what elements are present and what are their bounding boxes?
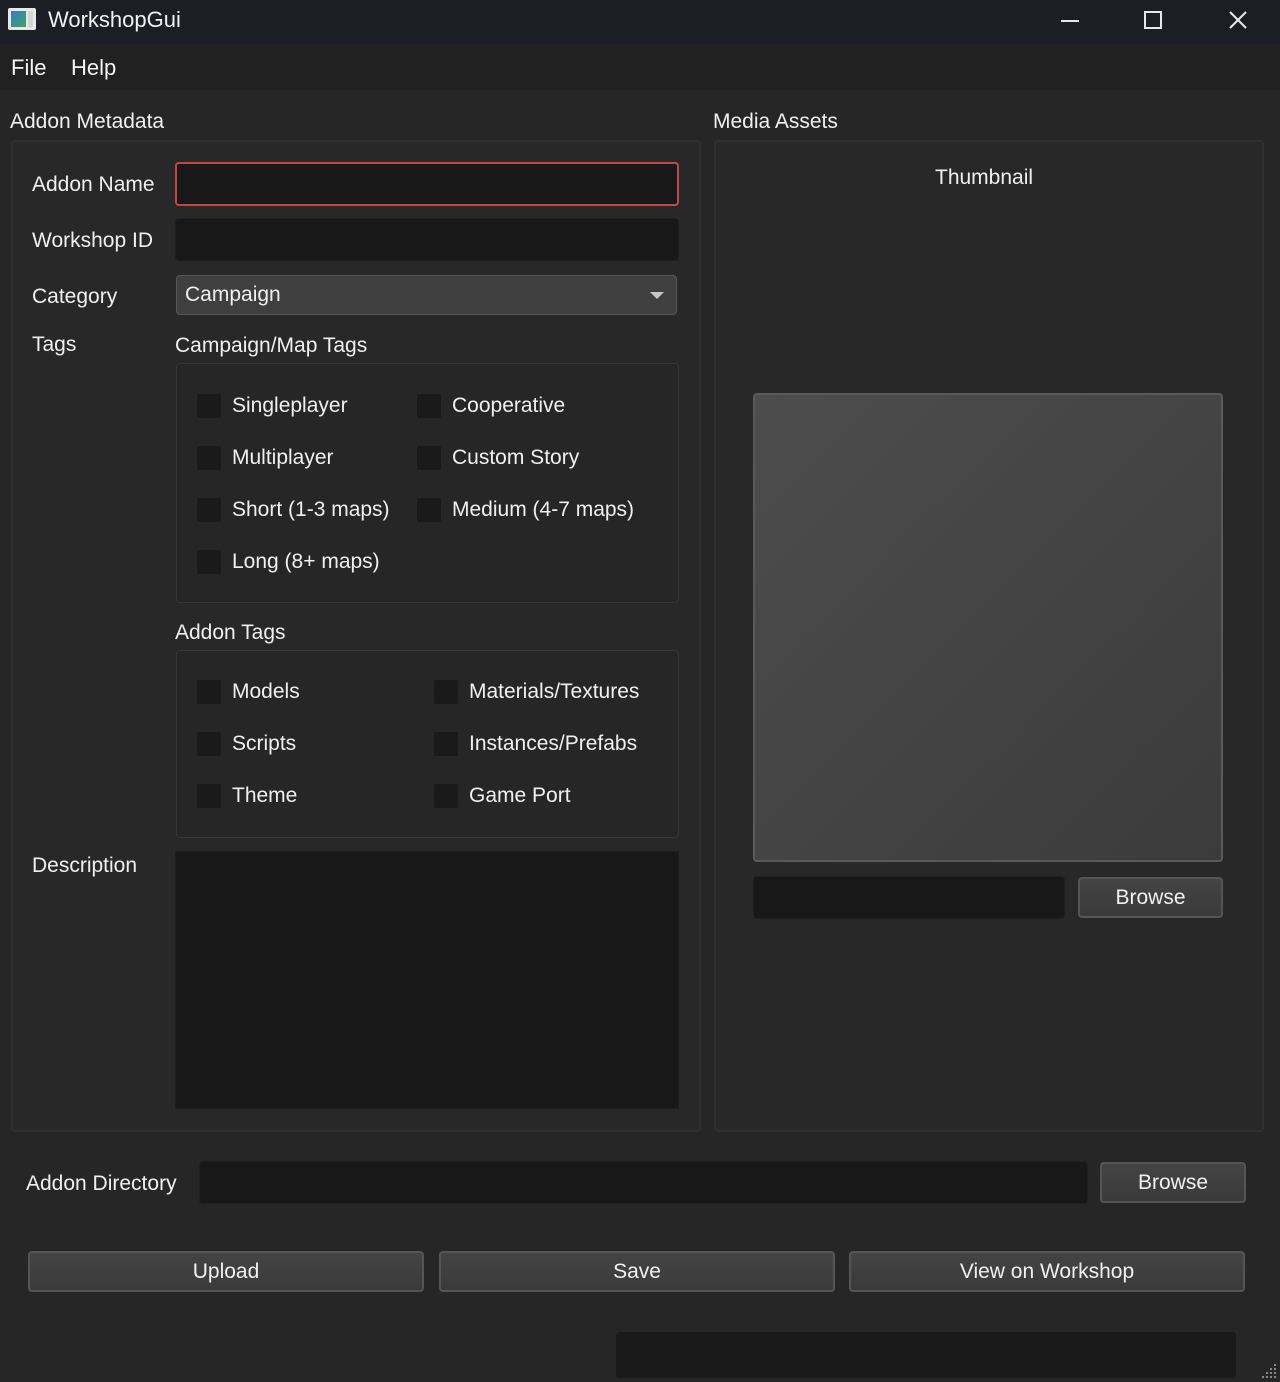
description-label: Description [32,854,138,877]
checkbox-label: Instances/Prefabs [469,732,638,755]
checkbox-scripts[interactable]: Scripts [197,732,296,756]
checkbox-singleplayer[interactable]: Singleplayer [197,394,348,418]
thumbnail-label: Thumbnail [935,166,1034,189]
checkbox-box [417,394,441,418]
resize-grip-icon[interactable] [1262,1364,1278,1380]
checkbox-box [197,394,221,418]
checkbox-label: Models [232,680,300,703]
addon-name-label: Addon Name [32,173,155,196]
checkbox-label: Scripts [232,732,297,755]
checkbox-box [417,498,441,522]
title-bar: WorkshopGui [0,0,1280,44]
category-dropdown[interactable]: Campaign [176,275,677,315]
addon-metadata-title: Addon Metadata [10,110,165,133]
workshop-id-label: Workshop ID [32,229,153,252]
workshop-id-input[interactable] [175,218,679,261]
checkbox-box [197,498,221,522]
checkbox-label: Long (8+ maps) [232,550,380,573]
status-bar [616,1332,1236,1378]
app-icon [8,8,36,30]
addon-tags-title: Addon Tags [175,621,286,644]
checkbox-box [197,550,221,574]
checkbox-label: Cooperative [452,394,566,417]
checkbox-materials-textures[interactable]: Materials/Textures [434,680,639,704]
checkbox-label: Medium (4-7 maps) [452,498,635,521]
thumbnail-path-input[interactable] [753,876,1065,919]
checkbox-label: Short (1-3 maps) [232,498,390,521]
category-label: Category [32,285,118,308]
addon-directory-input[interactable] [199,1161,1088,1204]
checkbox-theme[interactable]: Theme [197,784,297,808]
checkbox-box [197,732,221,756]
checkbox-short[interactable]: Short (1-3 maps) [197,498,390,522]
maximize-button[interactable] [1118,0,1188,40]
tags-label: Tags [32,333,77,356]
minimize-button[interactable] [1035,0,1105,40]
checkbox-box [434,784,458,808]
menu-help[interactable]: Help [71,55,116,81]
checkbox-box [434,732,458,756]
addon-directory-label: Addon Directory [26,1172,177,1195]
chevron-down-icon [650,292,664,299]
view-on-workshop-button[interactable]: View on Workshop [849,1251,1245,1292]
checkbox-box [417,446,441,470]
checkbox-long[interactable]: Long (8+ maps) [197,550,380,574]
close-icon [1229,11,1247,29]
menu-file[interactable]: File [11,55,46,81]
checkbox-label: Custom Story [452,446,580,469]
checkbox-cooperative[interactable]: Cooperative [417,394,565,418]
media-assets-title: Media Assets [713,110,838,133]
checkbox-box [197,784,221,808]
checkbox-label: Materials/Textures [469,680,640,703]
checkbox-box [197,446,221,470]
upload-button[interactable]: Upload [28,1251,424,1292]
checkbox-label: Game Port [469,784,571,807]
checkbox-label: Singleplayer [232,394,348,417]
thumbnail-browse-button[interactable]: Browse [1078,877,1223,918]
minimize-icon [1061,20,1079,22]
checkbox-multiplayer[interactable]: Multiplayer [197,446,334,470]
checkbox-box [434,680,458,704]
maximize-icon [1144,11,1162,29]
checkbox-game-port[interactable]: Game Port [434,784,571,808]
checkbox-label: Multiplayer [232,446,334,469]
checkbox-medium[interactable]: Medium (4-7 maps) [417,498,634,522]
thumbnail-preview [753,393,1223,862]
checkbox-models[interactable]: Models [197,680,300,704]
directory-browse-button[interactable]: Browse [1100,1162,1246,1203]
save-button[interactable]: Save [439,1251,835,1292]
close-button[interactable] [1203,0,1273,40]
checkbox-box [197,680,221,704]
menu-bar: File Help [0,44,1280,90]
checkbox-label: Theme [232,784,298,807]
checkbox-custom-story[interactable]: Custom Story [417,446,579,470]
addon-name-input[interactable] [175,162,679,206]
campaign-tags-title: Campaign/Map Tags [175,334,368,357]
category-value: Campaign [185,283,281,306]
checkbox-instances-prefabs[interactable]: Instances/Prefabs [434,732,637,756]
description-textarea[interactable] [175,851,679,1109]
window-title: WorkshopGui [48,7,181,32]
